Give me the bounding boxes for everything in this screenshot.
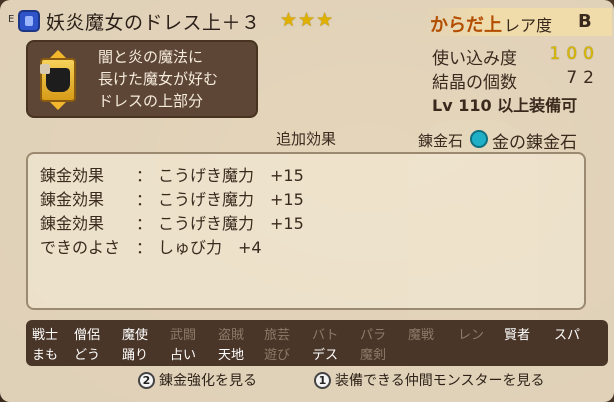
stone-name: 金の錬金石 (492, 133, 577, 153)
effect-key: できのよさ (40, 238, 121, 257)
job-ranger: レン (458, 328, 485, 343)
item-name: 妖炎魔女のドレス上＋３ (46, 12, 261, 34)
job-priest: 僧侶 (74, 328, 101, 343)
item-detail-panel: E 妖炎魔女のドレス上＋３ ★★★ からだ上 レア度 B 闇と炎の魔法に 長けた… (0, 0, 614, 402)
job-magic-warrior: 魔戦 (408, 328, 435, 343)
job-tenchi: 天地 (218, 348, 245, 363)
armor-slot-icon (18, 10, 40, 32)
job-magic-swordsman: 魔剣 (360, 348, 387, 363)
job-martial: 武闘 (170, 328, 197, 343)
effect-colon: ： (136, 214, 153, 233)
crystal-row: 結晶の個数 72 (432, 68, 608, 93)
button-1-icon: 1 (314, 372, 331, 389)
quality-stars: ★★★ (280, 9, 335, 31)
description-line: ドレスの上部分 (98, 92, 204, 110)
description-line: 闇と炎の魔法に (98, 48, 204, 66)
hint-monster-equip[interactable]: 1 装備できる仲間モンスターを見る (314, 370, 544, 390)
effects-title: 追加効果 (276, 130, 337, 148)
alchemy-stone-icon (470, 130, 488, 148)
job-sage: 賢者 (504, 328, 531, 343)
job-paladin: パラ (360, 328, 387, 343)
level-requirement: Lv 110 以上装備可 (432, 96, 578, 115)
job-dancer: 踊り (122, 348, 149, 363)
job-minstrel: 旅芸 (264, 328, 291, 343)
job-superstar: スパ (554, 328, 581, 343)
usage-label: 使い込み度 (432, 49, 517, 69)
job-gadabout: 遊び (264, 348, 291, 363)
job-fortune-teller: 占い (170, 348, 197, 363)
hint-alchemy-text: 錬金強化を見る (159, 373, 257, 389)
rarity-value: B (578, 11, 592, 32)
job-battle: バト (312, 328, 339, 343)
effect-colon: ： (136, 238, 153, 257)
description-line: 長けた魔女が好む (98, 70, 219, 88)
job-warrior: 戦士 (32, 328, 59, 343)
job-monster-master: まも (32, 348, 59, 363)
arrow-up-icon[interactable] (50, 50, 66, 58)
arrow-down-icon[interactable] (50, 102, 66, 110)
job-thief: 盗賊 (218, 328, 245, 343)
effect-key: 錬金効果 (40, 214, 105, 233)
level-row: Lv 110 以上装備可 (432, 92, 608, 115)
effect-value: こうげき魔力 +15 (158, 166, 304, 185)
button-2-icon: 2 (138, 372, 155, 389)
job-tool-master: どう (74, 348, 101, 363)
equipped-mark: E (8, 14, 15, 25)
effect-colon: ： (136, 190, 153, 209)
rarity-label: レア度 (504, 16, 553, 35)
crystal-value: 72 (566, 68, 600, 88)
effect-value: しゅび力 +4 (158, 238, 262, 257)
item-description: 闇と炎の魔法に 長けた魔女が好む ドレスの上部分 (98, 46, 258, 112)
stone-label: 錬金石 (418, 132, 464, 150)
effect-value: こうげき魔力 +15 (158, 190, 304, 209)
job-death-master: デス (312, 348, 339, 363)
usage-row: 使い込み度 100 (432, 44, 608, 69)
equippable-jobs-bar: 戦士 僧侶 魔使 武闘 盗賊 旅芸 バト パラ 魔戦 レン 賢者 スパ まも ど… (26, 320, 608, 366)
effects-list: 錬金効果 ： こうげき魔力 +15 錬金効果 ： こうげき魔力 +15 錬金効果… (26, 152, 586, 310)
hint-alchemy[interactable]: 2 錬金強化を見る (138, 370, 257, 390)
effect-key: 錬金効果 (40, 190, 105, 209)
effect-value: こうげき魔力 +15 (158, 214, 304, 233)
effect-key: 錬金効果 (40, 166, 105, 185)
dress-top-icon (40, 64, 70, 92)
usage-value: 100 (549, 44, 600, 64)
job-mage: 魔使 (122, 328, 149, 343)
item-portrait[interactable] (32, 50, 84, 110)
item-header: E 妖炎魔女のドレス上＋３ ★★★ からだ上 レア度 B (6, 6, 612, 38)
hint-monster-equip-text: 装備できる仲間モンスターを見る (335, 373, 545, 389)
effect-colon: ： (136, 166, 153, 185)
slot-type: からだ上 (430, 15, 502, 36)
crystal-label: 結晶の個数 (432, 73, 517, 93)
